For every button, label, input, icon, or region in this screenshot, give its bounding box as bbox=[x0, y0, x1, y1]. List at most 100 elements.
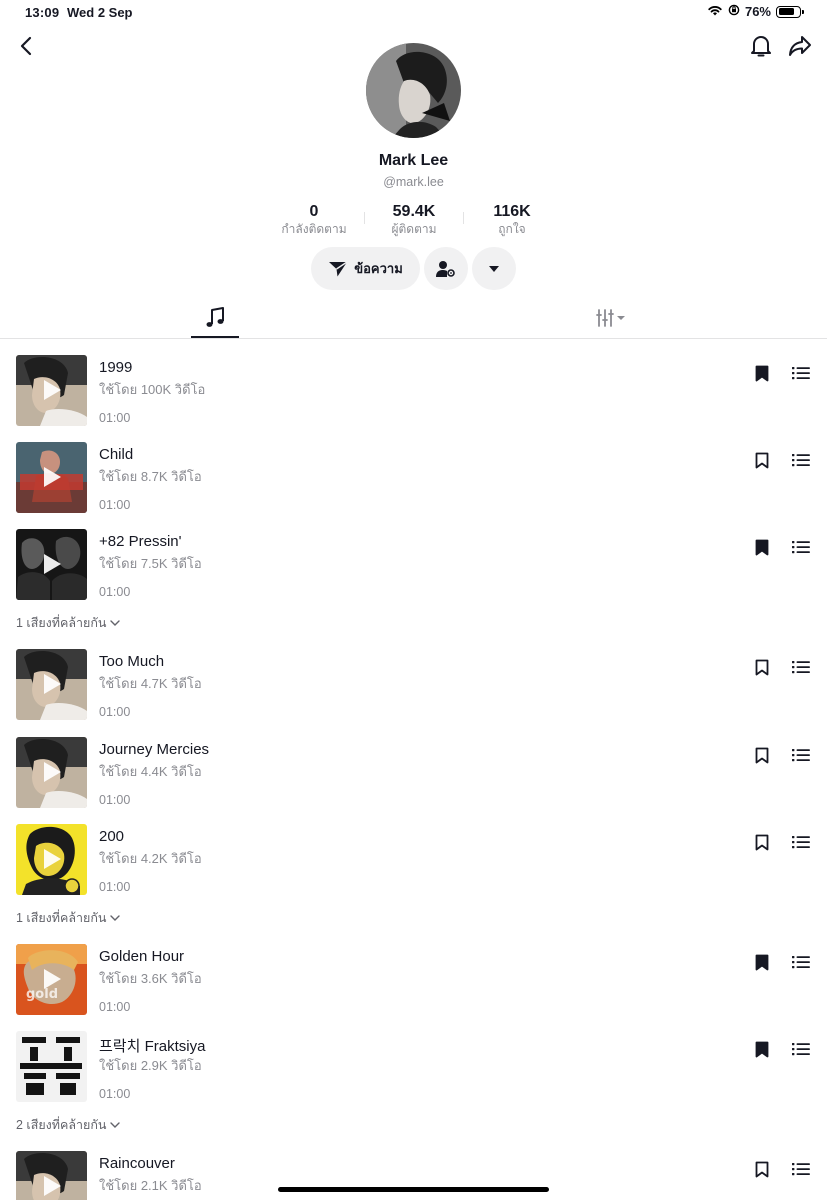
bookmark-filled-icon bbox=[755, 1041, 769, 1057]
bookmark-button[interactable] bbox=[752, 537, 772, 557]
sound-row[interactable]: Too Much ใช้โดย 4.7K วิดีโอ 01:00 bbox=[0, 649, 827, 723]
sound-cover[interactable]: gold bbox=[16, 944, 87, 1015]
sound-cover[interactable] bbox=[16, 1151, 87, 1200]
stat-following-value: 0 bbox=[309, 203, 319, 220]
play-icon bbox=[44, 380, 61, 400]
sound-cover[interactable] bbox=[16, 442, 87, 513]
home-indicator[interactable] bbox=[278, 1187, 549, 1192]
sound-title: +82 Pressin' bbox=[99, 533, 182, 550]
sound-title: Raincouver bbox=[99, 1155, 175, 1172]
more-button[interactable] bbox=[791, 1039, 811, 1059]
sound-row[interactable]: 200 ใช้โดย 4.2K วิดีโอ 01:00 bbox=[0, 824, 827, 898]
stat-divider bbox=[364, 212, 365, 224]
share-arrow-icon bbox=[789, 36, 811, 56]
avatar[interactable] bbox=[366, 43, 461, 138]
more-button[interactable] bbox=[791, 832, 811, 852]
similar-sounds-toggle[interactable]: 1 เสียงที่คล้ายกัน bbox=[16, 908, 121, 928]
play-icon bbox=[44, 849, 61, 869]
bookmark-button[interactable] bbox=[752, 1159, 772, 1179]
status-time: 13:09 bbox=[25, 5, 60, 20]
more-button[interactable] bbox=[791, 363, 811, 383]
sound-duration: 01:00 bbox=[99, 705, 131, 719]
bookmark-filled-icon bbox=[755, 539, 769, 555]
bookmark-button[interactable] bbox=[752, 952, 772, 972]
play-icon bbox=[44, 1056, 61, 1076]
sound-row[interactable]: 1999 ใช้โดย 100K วิดีโอ 01:00 bbox=[0, 355, 827, 429]
stat-followers[interactable]: 59.4K ผู้ติดตาม bbox=[379, 203, 449, 237]
more-button[interactable] bbox=[791, 450, 811, 470]
play-icon bbox=[44, 554, 61, 574]
sound-title: 프락치 Fraktsiya bbox=[99, 1038, 206, 1055]
sound-title: Child bbox=[99, 446, 134, 463]
sound-row[interactable]: gold Golden Hour ใช้โดย 3.6K วิดีโอ 01:0… bbox=[0, 944, 827, 1018]
more-dropdown-button[interactable] bbox=[472, 247, 516, 290]
sound-usage: ใช้โดย 2.1K วิดีโอ bbox=[99, 1178, 202, 1193]
more-button[interactable] bbox=[791, 952, 811, 972]
tab-filter[interactable] bbox=[588, 298, 636, 338]
sound-row[interactable]: Journey Mercies ใช้โดย 4.4K วิดีโอ 01:00 bbox=[0, 737, 827, 811]
sound-cover[interactable] bbox=[16, 649, 87, 720]
list-icon bbox=[792, 367, 810, 380]
bookmark-outline-icon bbox=[755, 659, 769, 675]
sound-title: Golden Hour bbox=[99, 948, 185, 965]
sound-usage: ใช้โดย 4.7K วิดีโอ bbox=[99, 676, 202, 691]
sound-row[interactable]: +82 Pressin' ใช้โดย 7.5K วิดีโอ 01:00 bbox=[0, 529, 827, 603]
more-button[interactable] bbox=[791, 1159, 811, 1179]
sound-cover[interactable] bbox=[16, 355, 87, 426]
play-icon bbox=[44, 969, 61, 989]
bookmark-button[interactable] bbox=[752, 363, 772, 383]
similar-sounds-label: 1 เสียงที่คล้ายกัน bbox=[16, 911, 107, 925]
more-button[interactable] bbox=[791, 745, 811, 765]
bookmark-button[interactable] bbox=[752, 745, 772, 765]
list-icon bbox=[792, 836, 810, 849]
share-button[interactable] bbox=[786, 32, 814, 60]
bookmark-filled-icon bbox=[755, 954, 769, 970]
sound-duration: 01:00 bbox=[99, 880, 131, 894]
sound-title: 200 bbox=[99, 828, 125, 845]
sound-usage: ใช้โดย 7.5K วิดีโอ bbox=[99, 556, 202, 571]
message-button[interactable]: ข้อความ bbox=[311, 247, 420, 290]
sound-cover[interactable] bbox=[16, 1031, 87, 1102]
similar-sounds-toggle[interactable]: 2 เสียงที่คล้ายกัน bbox=[16, 1115, 121, 1135]
battery-percent: 76% bbox=[744, 4, 771, 19]
bookmark-button[interactable] bbox=[752, 832, 772, 852]
sound-row[interactable]: Child ใช้โดย 8.7K วิดีโอ 01:00 bbox=[0, 442, 827, 516]
stat-likes-value: 116K bbox=[493, 203, 531, 220]
filter-bars-icon bbox=[596, 309, 625, 327]
user-gear-icon bbox=[436, 260, 455, 277]
sound-row[interactable]: Raincouver ใช้โดย 2.1K วิดีโอ bbox=[0, 1151, 827, 1200]
chevron-down-icon bbox=[110, 1122, 121, 1128]
more-button[interactable] bbox=[791, 657, 811, 677]
stat-likes[interactable]: 116K ถูกใจ bbox=[477, 203, 547, 237]
sound-duration: 01:00 bbox=[99, 498, 131, 512]
profile-handle: @mark.lee bbox=[383, 175, 444, 189]
stat-following[interactable]: 0 กำลังติดตาม bbox=[279, 203, 349, 237]
user-settings-button[interactable] bbox=[424, 247, 468, 290]
sound-cover[interactable] bbox=[16, 529, 87, 600]
music-note-icon bbox=[206, 307, 224, 327]
bell-icon bbox=[751, 36, 771, 57]
similar-sounds-label: 2 เสียงที่คล้ายกัน bbox=[16, 1118, 107, 1132]
sound-title: 1999 bbox=[99, 359, 133, 376]
tab-sounds[interactable] bbox=[191, 298, 239, 338]
active-tab-indicator bbox=[191, 336, 239, 338]
back-button[interactable] bbox=[12, 32, 40, 60]
sound-cover[interactable] bbox=[16, 824, 87, 895]
stat-likes-label: ถูกใจ bbox=[498, 222, 526, 236]
status-date: Wed 2 Sep bbox=[67, 5, 133, 20]
bookmark-button[interactable] bbox=[752, 450, 772, 470]
message-button-label: ข้อความ bbox=[354, 261, 403, 276]
notification-button[interactable] bbox=[747, 32, 775, 60]
sound-cover[interactable] bbox=[16, 737, 87, 808]
list-icon bbox=[792, 956, 810, 969]
send-icon bbox=[329, 260, 348, 276]
similar-sounds-toggle[interactable]: 1 เสียงที่คล้ายกัน bbox=[16, 613, 121, 633]
more-button[interactable] bbox=[791, 537, 811, 557]
sound-duration: 01:00 bbox=[99, 1000, 131, 1014]
bookmark-button[interactable] bbox=[752, 1039, 772, 1059]
sound-usage: ใช้โดย 8.7K วิดีโอ bbox=[99, 469, 202, 484]
play-icon bbox=[44, 467, 61, 487]
bookmark-button[interactable] bbox=[752, 657, 772, 677]
sound-row[interactable]: 프락치 Fraktsiya ใช้โดย 2.9K วิดีโอ 01:00 bbox=[0, 1031, 827, 1105]
bookmark-outline-icon bbox=[755, 1161, 769, 1177]
